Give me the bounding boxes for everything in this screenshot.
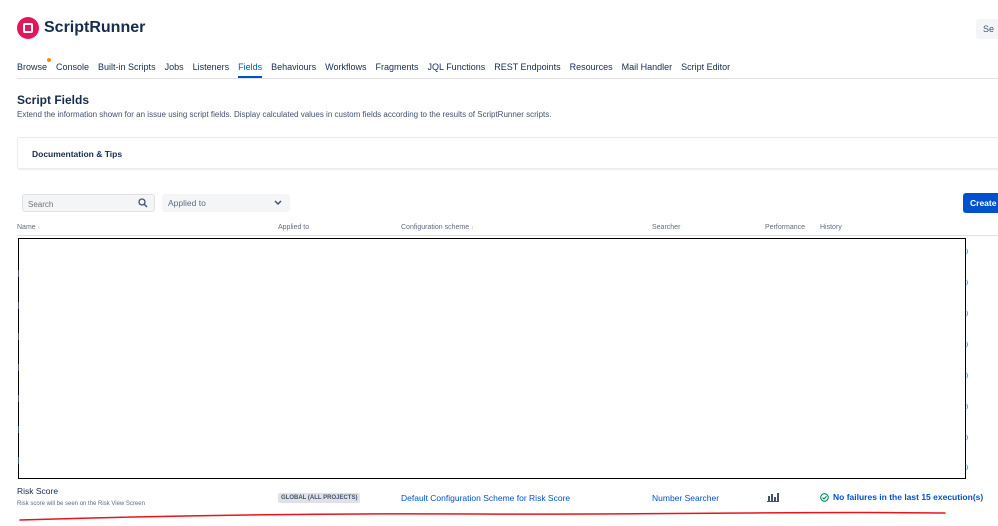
search-icon[interactable] xyxy=(138,198,148,208)
scriptrunner-logo-icon xyxy=(17,17,39,39)
performance-chart-icon[interactable] xyxy=(767,492,779,502)
column-header-applied-to: Applied to xyxy=(278,224,310,231)
column-header-history: History xyxy=(820,224,842,231)
nav-item-behaviours[interactable]: Behaviours xyxy=(271,60,316,78)
nav-item-built-in-scripts[interactable]: Built-in Scripts xyxy=(98,60,156,78)
nav-item-script-editor[interactable]: Script Editor xyxy=(681,60,730,78)
page-description: Extend the information shown for an issu… xyxy=(17,110,552,119)
nav-item-workflows[interactable]: Workflows xyxy=(325,60,366,78)
chevron-down-icon xyxy=(274,200,282,206)
nav-item-fragments[interactable]: Fragments xyxy=(376,60,419,78)
history-text: No failures in the last 15 execution(s) xyxy=(833,492,984,502)
applied-to-lozenge: GLOBAL (ALL PROJECTS) xyxy=(278,493,361,503)
main-nav: Browse Console Built-in Scripts Jobs Lis… xyxy=(17,58,730,78)
brand-name: ScriptRunner xyxy=(44,19,146,36)
sort-icon: ↕ xyxy=(37,225,41,231)
documentation-tips-label[interactable]: Documentation & Tips xyxy=(32,149,122,159)
nav-item-jql-functions[interactable]: JQL Functions xyxy=(428,60,486,78)
searcher-link[interactable]: Number Searcher xyxy=(652,493,719,503)
configuration-scheme-link[interactable]: Default Configuration Scheme for Risk Sc… xyxy=(401,493,570,503)
table-header-divider xyxy=(17,235,998,236)
history-status[interactable]: No failures in the last 15 execution(s) xyxy=(820,492,983,502)
field-description: Risk score will be seen on the Risk View… xyxy=(17,501,145,507)
nav-item-rest-endpoints[interactable]: REST Endpoints xyxy=(494,60,560,78)
nav-item-resources[interactable]: Resources xyxy=(570,60,613,78)
column-header-configuration-scheme[interactable]: Configuration scheme ↕ xyxy=(401,224,474,231)
applied-to-select-value: Applied to xyxy=(168,198,206,208)
redacted-rows xyxy=(18,238,966,479)
sort-icon: ↕ xyxy=(471,225,474,231)
search-box[interactable] xyxy=(22,194,155,212)
create-button[interactable]: Create xyxy=(963,193,998,213)
search-input[interactable] xyxy=(26,196,135,212)
applied-to-select[interactable]: Applied to xyxy=(162,194,290,212)
notification-dot xyxy=(47,58,52,62)
column-header-performance: Performance xyxy=(765,224,806,231)
page-title: Script Fields xyxy=(17,93,90,107)
column-header-name[interactable]: Name ↕ xyxy=(17,224,40,231)
nav-item-console[interactable]: Console xyxy=(56,60,89,78)
header-right-button[interactable]: Se xyxy=(976,19,998,39)
check-circle-icon xyxy=(820,492,829,502)
nav-item-browse[interactable]: Browse xyxy=(17,58,52,78)
nav-item-jobs[interactable]: Jobs xyxy=(165,60,184,78)
column-header-searcher: Searcher xyxy=(652,224,681,231)
red-underline-annotation xyxy=(19,511,946,521)
nav-item-listeners[interactable]: Listeners xyxy=(193,60,230,78)
nav-divider xyxy=(17,78,998,79)
nav-item-fields[interactable]: Fields xyxy=(238,60,263,78)
nav-item-mail-handler[interactable]: Mail Handler xyxy=(622,60,673,78)
field-name: Risk Score xyxy=(17,486,59,496)
documentation-panel[interactable] xyxy=(17,137,998,169)
